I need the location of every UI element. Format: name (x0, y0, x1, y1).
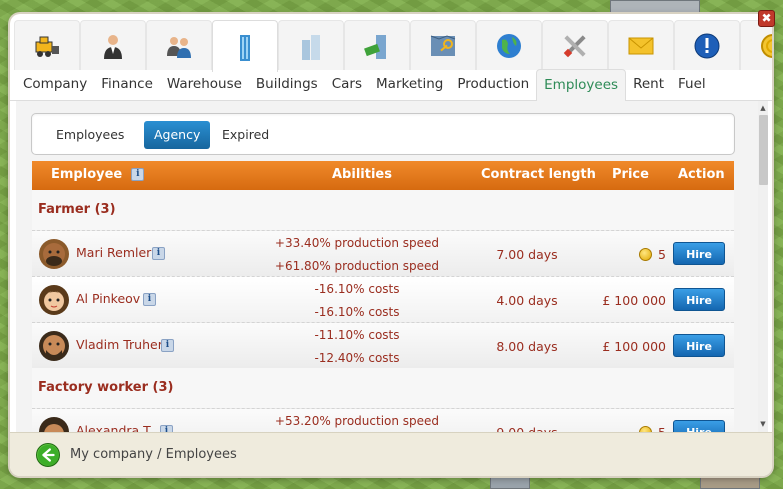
employee-list: Farmer (3) Mari Remler i +33.40% product… (32, 190, 734, 433)
ability: +33.40% production speed (274, 236, 440, 250)
tab-finance[interactable]: Finance (94, 69, 160, 101)
businessman-icon (104, 34, 122, 59)
office-buildings-icon (302, 34, 320, 60)
contract-length: 7.00 days (496, 247, 558, 262)
ability: +53.20% production speed (274, 414, 440, 428)
gold-coin-icon (761, 33, 772, 58)
avatar (39, 285, 69, 315)
info-icon[interactable]: i (152, 247, 165, 260)
info-icon[interactable]: i (131, 168, 145, 181)
group-header-farmer: Farmer (3) (32, 190, 734, 230)
ability: -16.10% costs (314, 305, 400, 319)
tab-fuel[interactable]: Fuel (671, 69, 713, 101)
tab-skyscraper[interactable] (212, 20, 278, 72)
tab-buildings[interactable]: Buildings (249, 69, 325, 101)
hire-button[interactable]: Hire (673, 334, 725, 357)
tab-businessman[interactable] (80, 20, 146, 70)
avatar (39, 331, 69, 361)
header-contract-length: Contract length (481, 167, 596, 182)
header-employee: Employee i (51, 161, 145, 189)
info-icon[interactable]: i (161, 339, 174, 352)
close-button[interactable]: ✖ (758, 10, 775, 27)
ability: -11.10% costs (314, 328, 400, 342)
back-arrow-icon[interactable] (36, 443, 60, 467)
tab-employees[interactable]: Employees (536, 69, 627, 102)
tab-map-key[interactable] (410, 20, 476, 70)
ability: +61.80% production speed (274, 259, 440, 273)
contract-length: 8.00 days (496, 339, 558, 354)
table-row: Al Pinkeov i -16.10% costs -16.10% costs… (32, 276, 734, 322)
breadcrumb: My company / Employees (70, 447, 237, 462)
group-header-factory-worker: Factory worker (3) (32, 368, 734, 408)
employee-name[interactable]: Vladim Truher (76, 337, 163, 352)
tab-company[interactable]: Company (16, 69, 94, 101)
tools-icon (563, 34, 586, 57)
info-alert-icon (694, 33, 720, 58)
hire-button[interactable]: Hire (673, 288, 725, 311)
table-row: Mari Remler i +33.40% production speed +… (32, 230, 734, 276)
tab-office-buildings[interactable] (278, 20, 344, 70)
dialog-window: Company Finance Warehouse Buildings Cars… (10, 14, 772, 476)
price: 5 (592, 247, 666, 262)
people-icon (167, 36, 191, 58)
subtab-agency[interactable]: Agency (144, 121, 211, 149)
subtab-expired[interactable]: Expired (212, 121, 279, 149)
header-price: Price (612, 167, 649, 182)
icon-tab-bar (14, 20, 772, 72)
vertical-scrollbar[interactable]: ▲ ▼ (758, 101, 768, 433)
price: £ 100 000 (602, 339, 666, 354)
footer-bar: My company / Employees (10, 432, 772, 476)
employee-name[interactable]: Mari Remler (76, 245, 151, 260)
employee-name[interactable]: Al Pinkeov (76, 291, 140, 306)
tab-marketing[interactable]: Marketing (369, 69, 450, 101)
tab-people[interactable] (146, 20, 212, 70)
info-icon[interactable]: i (143, 293, 156, 306)
header-abilities: Abilities (332, 167, 392, 182)
envelope-icon (628, 37, 654, 54)
tab-info-alert[interactable] (674, 20, 740, 70)
tab-cars[interactable]: Cars (325, 69, 369, 101)
tab-warehouse[interactable]: Warehouse (160, 69, 249, 101)
tab-money-building[interactable] (344, 20, 410, 70)
tab-tools[interactable] (542, 20, 608, 70)
section-tab-bar: Company Finance Warehouse Buildings Cars… (10, 69, 772, 102)
skyscraper-icon (240, 34, 250, 61)
background-building (610, 0, 700, 14)
scroll-thumb[interactable] (759, 115, 768, 185)
subtab-bar: Employees Agency Expired (31, 113, 735, 155)
price: £ 100 000 (602, 293, 666, 308)
map-key-icon (430, 34, 456, 56)
header-action: Action (678, 167, 725, 182)
table-row: Vladim Truher i -11.10% costs -12.40% co… (32, 322, 734, 368)
avatar (39, 417, 69, 433)
ability: -16.10% costs (314, 282, 400, 296)
tab-gold-coin[interactable] (740, 20, 772, 70)
table-header: Employee i Abilities Contract length Pri… (32, 161, 734, 190)
avatar (39, 239, 69, 269)
hire-button[interactable]: Hire (673, 242, 725, 265)
money-building-icon (364, 34, 386, 59)
scroll-up-arrow-icon[interactable]: ▲ (758, 103, 768, 113)
tab-globe[interactable] (476, 20, 542, 70)
contract-length: 4.00 days (496, 293, 558, 308)
table-row: Alexandra T. i +53.20% production speed … (32, 408, 734, 433)
background-building (490, 476, 530, 489)
tab-rent[interactable]: Rent (626, 69, 671, 101)
ability: -12.40% costs (314, 351, 400, 365)
tab-envelope[interactable] (608, 20, 674, 70)
gold-coin-icon (639, 248, 653, 261)
bulldozer-icon (35, 36, 59, 57)
content-panel: Employees Agency Expired Employee i Abil… (16, 101, 768, 433)
globe-icon (497, 33, 521, 58)
tab-production[interactable]: Production (450, 69, 536, 101)
subtab-employees[interactable]: Employees (46, 121, 134, 149)
scroll-down-arrow-icon[interactable]: ▼ (758, 419, 768, 429)
tab-bulldozer[interactable] (14, 20, 80, 70)
